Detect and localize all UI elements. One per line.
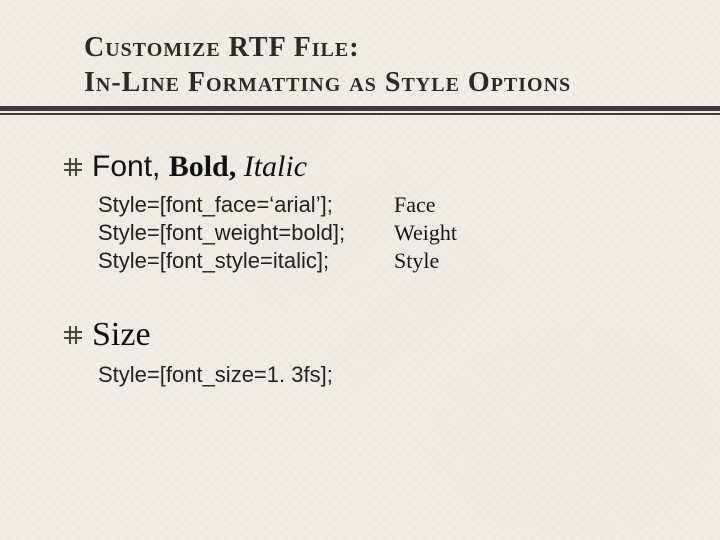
heading-seg-bold: Bold,	[169, 150, 244, 183]
slide-title: Customize RTF File: In-Line Formatting a…	[84, 30, 680, 100]
style-label-style: Style	[394, 248, 680, 274]
style-label-weight: Weight	[394, 220, 680, 246]
heading-seg-italic: Italic	[244, 150, 307, 183]
style-label-face: Face	[394, 192, 680, 218]
title-line-1: Customize RTF File:	[84, 30, 680, 65]
title-line-2: In-Line Formatting as Style Options	[84, 65, 680, 100]
style-code-size: Style=[font_size=1. 3fs];	[98, 362, 680, 388]
hash-bullet-icon	[64, 158, 82, 176]
heading-size: Size	[92, 316, 151, 354]
content-area: Font, Bold, Italic Style=[font_face=‘ari…	[64, 150, 680, 388]
bullet-font-bold-italic: Font, Bold, Italic	[64, 150, 680, 184]
font-style-examples: Style=[font_face=‘arial’]; Face Style=[f…	[98, 192, 680, 274]
bullet-size: Size	[64, 316, 680, 354]
hash-bullet-icon	[64, 326, 82, 344]
style-code-style: Style=[font_style=italic];	[98, 248, 388, 274]
heading-seg-font: Font,	[92, 150, 169, 183]
title-underline	[0, 106, 720, 116]
heading-font-bold-italic: Font, Bold, Italic	[92, 150, 307, 184]
style-code-face: Style=[font_face=‘arial’];	[98, 192, 388, 218]
style-code-weight: Style=[font_weight=bold];	[98, 220, 388, 246]
